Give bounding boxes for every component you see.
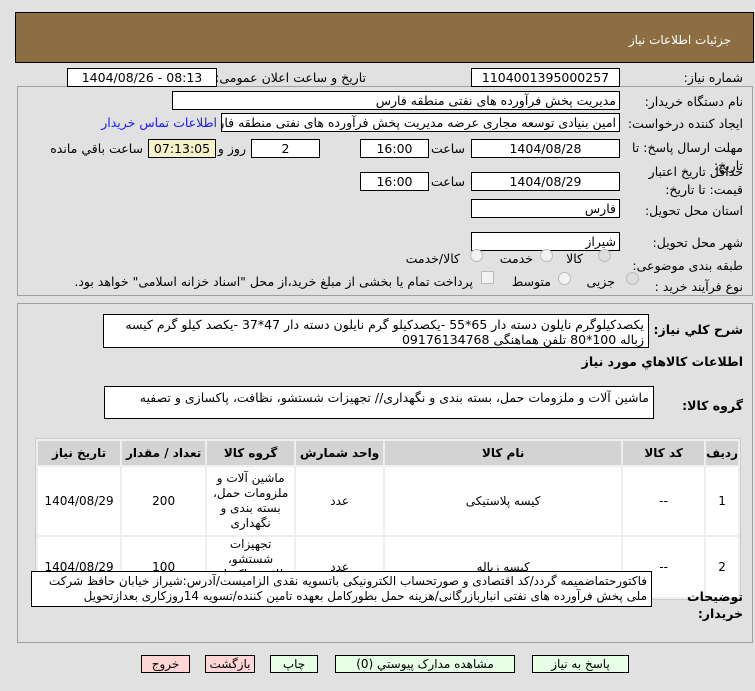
- category-option-goods: کالا: [566, 251, 583, 266]
- buyer-org-field[interactable]: مدیریت پخش فرآورده های نفتی منطقه فارس: [172, 91, 620, 110]
- goods-info-title: اطلاعات کالاهاي مورد نیاز: [581, 354, 743, 369]
- print-button[interactable]: چاپ: [270, 655, 318, 673]
- process-radio-medium[interactable]: [558, 272, 571, 285]
- treasury-checkbox[interactable]: [481, 271, 494, 284]
- category-radio-service[interactable]: [540, 249, 553, 262]
- col-group: گروه کالا: [207, 441, 295, 465]
- days-field[interactable]: 2: [251, 139, 320, 158]
- creator-field[interactable]: امین بنیادی توسعه مجاری عرضه مدیریت پخش …: [221, 113, 620, 132]
- creator-label: ایجاد کننده درخواست:: [627, 116, 743, 131]
- col-date: تاریخ نیاز: [38, 441, 121, 465]
- table-row: 1 -- کیسه پلاستیکی عدد ماشین آلات و ملزو…: [38, 467, 738, 535]
- category-radio-goods-service[interactable]: [470, 249, 483, 262]
- cell-date: 1404/08/29: [38, 467, 121, 535]
- description-label: شرح کلي نیاز:: [653, 322, 743, 337]
- col-unit: واحد شمارش: [296, 441, 384, 465]
- province-field[interactable]: فارس: [471, 199, 620, 218]
- payment-note: پرداخت تمام یا بخشی از مبلغ خرید،از محل …: [74, 274, 473, 289]
- category-label: طبقه بندی موضوعی:: [632, 258, 743, 273]
- announce-field[interactable]: 1404/08/26 - 08:13: [67, 68, 217, 87]
- cell-name: کیسه پلاستیکی: [385, 467, 622, 535]
- deadline-time-label: ساعت: [430, 141, 465, 156]
- col-name: نام کالا: [385, 441, 622, 465]
- col-row: ردیف: [706, 441, 738, 465]
- cell-qty: 200: [122, 467, 206, 535]
- process-radio-minor[interactable]: [626, 272, 639, 285]
- remaining-time-field: 07:13:05: [148, 139, 216, 158]
- deadline-date-field[interactable]: 1404/08/28: [471, 139, 620, 158]
- validity-time-label: ساعت: [430, 174, 465, 189]
- buyer-org-label: نام دستگاه خریدار:: [644, 94, 743, 109]
- goods-group-label: گروه کالا:: [682, 398, 743, 413]
- category-option-goods-service: کالا/خدمت: [405, 251, 460, 266]
- col-qty: تعداد / مقدار: [122, 441, 206, 465]
- validity-time-field[interactable]: 16:00: [360, 172, 429, 191]
- need-number-field[interactable]: 1104001395000257: [471, 68, 620, 87]
- cell-row: 1: [706, 467, 738, 535]
- reply-button[interactable]: پاسخ به نیاز: [532, 655, 629, 673]
- validity-label: حداقل تاریخ اعتبار قیمت: تا تاریخ:: [648, 164, 743, 197]
- goods-group-textarea[interactable]: ماشین آلات و ملزومات حمل، بسته بندی و نگ…: [104, 386, 654, 419]
- table-header-row: ردیف کد کالا نام کالا واحد شمارش گروه کا…: [38, 441, 738, 465]
- description-textarea[interactable]: یکصدکیلوگرم نایلون دسته دار 65*55 -یکصدک…: [103, 314, 649, 348]
- col-code: کد کالا: [623, 441, 705, 465]
- back-button[interactable]: بازگشت: [205, 655, 255, 673]
- days-label: روز و: [217, 141, 246, 156]
- category-option-service: خدمت: [499, 251, 533, 266]
- process-option-minor: جزیی: [586, 274, 615, 289]
- cell-code: --: [623, 467, 705, 535]
- buyer-contact-link[interactable]: اطلاعات تماس خریدار: [101, 115, 217, 130]
- validity-date-field[interactable]: 1404/08/29: [471, 172, 620, 191]
- province-label: استان محل تحویل:: [644, 203, 743, 218]
- cell-group: ماشین آلات و ملزومات حمل، بسته بندی و نگ…: [207, 467, 295, 535]
- cell-unit: عدد: [296, 467, 384, 535]
- buyer-notes-textarea[interactable]: فاکتورحتماضمیمه گردد/کد اقتصادی و صورتحس…: [31, 571, 652, 607]
- process-option-medium: متوسط: [511, 274, 551, 289]
- process-label: نوع فرآیند خرید :: [654, 279, 743, 294]
- remaining-label: ساعت باقي مانده: [50, 141, 143, 156]
- view-attachments-button[interactable]: مشاهده مدارک پیوستي (0): [335, 655, 515, 673]
- category-radio-goods[interactable]: [598, 249, 611, 262]
- buyer-notes-label: توضیحات خریدار:: [687, 589, 743, 621]
- deadline-time-field[interactable]: 16:00: [360, 139, 429, 158]
- page-title: جزئیات اطلاعات نیاز: [628, 33, 731, 47]
- need-number-label: شماره نیاز:: [683, 70, 743, 85]
- page-header: جزئیات اطلاعات نیاز: [15, 12, 754, 63]
- announce-label: تاریخ و ساعت اعلان عمومی:: [215, 70, 366, 85]
- city-label: شهر محل تحویل:: [652, 235, 743, 250]
- exit-button[interactable]: خروج: [141, 655, 190, 673]
